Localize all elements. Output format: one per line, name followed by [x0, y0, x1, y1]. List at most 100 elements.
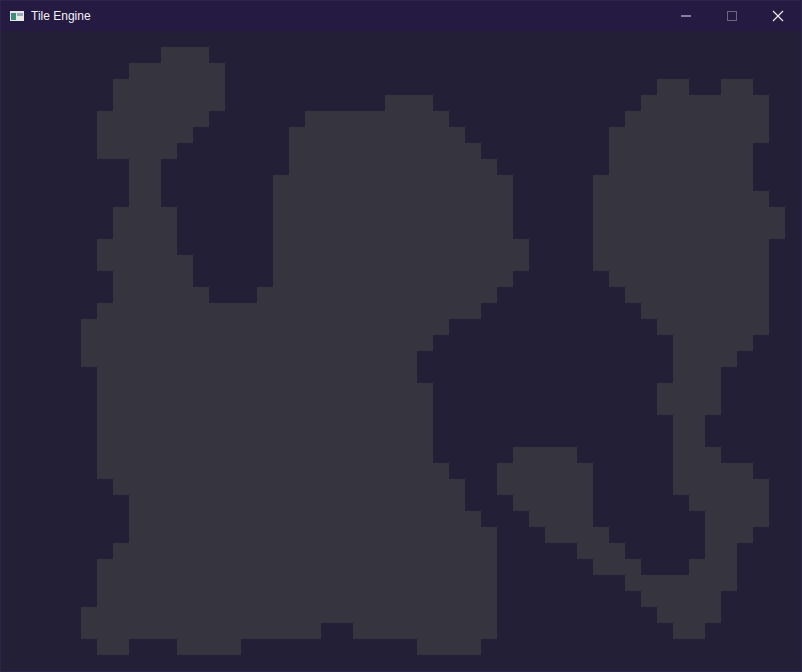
floor-tile: [465, 511, 481, 527]
floor-tile: [721, 463, 737, 479]
floor-tile: [417, 287, 433, 303]
floor-tile: [689, 143, 705, 159]
floor-tile: [177, 271, 193, 287]
minimize-button[interactable]: [663, 1, 709, 31]
wall-tile: [81, 495, 97, 511]
floor-tile: [561, 495, 577, 511]
wall-tile: [641, 47, 657, 63]
wall-tile: [1, 271, 17, 287]
floor-tile: [465, 207, 481, 223]
wall-tile: [497, 655, 513, 671]
wall-tile: [33, 399, 49, 415]
wall-tile: [433, 63, 449, 79]
floor-tile: [273, 415, 289, 431]
wall-tile: [17, 223, 33, 239]
floor-tile: [721, 527, 737, 543]
wall-tile: [65, 175, 81, 191]
wall-tile: [561, 367, 577, 383]
title-bar[interactable]: Tile Engine: [1, 1, 801, 31]
floor-tile: [129, 111, 145, 127]
wall-tile: [689, 79, 705, 95]
wall-tile: [577, 575, 593, 591]
floor-tile: [161, 591, 177, 607]
floor-tile: [113, 575, 129, 591]
wall-tile: [529, 47, 545, 63]
floor-tile: [145, 495, 161, 511]
floor-tile: [193, 287, 209, 303]
wall-tile: [241, 127, 257, 143]
floor-tile: [481, 191, 497, 207]
wall-tile: [49, 415, 65, 431]
floor-tile: [257, 575, 273, 591]
wall-tile: [49, 95, 65, 111]
wall-tile: [81, 559, 97, 575]
floor-tile: [721, 495, 737, 511]
wall-tile: [769, 287, 785, 303]
wall-tile: [1, 383, 17, 399]
floor-tile: [401, 607, 417, 623]
wall-tile: [1, 623, 17, 639]
floor-tile: [97, 607, 113, 623]
floor-tile: [545, 527, 561, 543]
floor-tile: [113, 207, 129, 223]
wall-tile: [561, 31, 577, 47]
floor-tile: [705, 495, 721, 511]
wall-tile: [1, 495, 17, 511]
wall-tile: [721, 415, 737, 431]
floor-tile: [705, 239, 721, 255]
wall-tile: [49, 479, 65, 495]
floor-tile: [689, 207, 705, 223]
wall-tile: [481, 655, 497, 671]
floor-tile: [401, 255, 417, 271]
wall-tile: [481, 447, 497, 463]
floor-tile: [177, 431, 193, 447]
wall-tile: [273, 63, 289, 79]
wall-tile: [49, 287, 65, 303]
floor-tile: [161, 575, 177, 591]
wall-tile: [753, 575, 769, 591]
wall-tile: [33, 351, 49, 367]
wall-tile: [65, 351, 81, 367]
floor-tile: [337, 447, 353, 463]
floor-tile: [433, 159, 449, 175]
wall-tile: [497, 31, 513, 47]
wall-tile: [481, 319, 497, 335]
wall-tile: [721, 431, 737, 447]
floor-tile: [145, 447, 161, 463]
floor-tile: [193, 95, 209, 111]
wall-tile: [721, 639, 737, 655]
wall-tile: [641, 319, 657, 335]
wall-tile: [577, 351, 593, 367]
wall-tile: [33, 623, 49, 639]
floor-tile: [369, 159, 385, 175]
floor-tile: [657, 191, 673, 207]
wall-tile: [49, 63, 65, 79]
wall-tile: [129, 655, 145, 671]
floor-tile: [97, 415, 113, 431]
floor-tile: [465, 255, 481, 271]
floor-tile: [753, 95, 769, 111]
wall-tile: [17, 271, 33, 287]
wall-tile: [497, 399, 513, 415]
floor-tile: [161, 79, 177, 95]
wall-tile: [497, 639, 513, 655]
wall-tile: [529, 111, 545, 127]
floor-tile: [369, 127, 385, 143]
wall-tile: [273, 639, 289, 655]
wall-tile: [593, 159, 609, 175]
wall-tile: [593, 383, 609, 399]
wall-tile: [513, 31, 529, 47]
floor-tile: [673, 479, 689, 495]
close-button[interactable]: [755, 1, 801, 31]
floor-tile: [209, 639, 225, 655]
wall-tile: [513, 351, 529, 367]
floor-tile: [721, 575, 737, 591]
floor-tile: [209, 607, 225, 623]
wall-tile: [465, 335, 481, 351]
floor-tile: [369, 383, 385, 399]
wall-tile: [417, 63, 433, 79]
wall-tile: [561, 431, 577, 447]
floor-tile: [337, 207, 353, 223]
floor-tile: [417, 639, 433, 655]
floor-tile: [209, 335, 225, 351]
